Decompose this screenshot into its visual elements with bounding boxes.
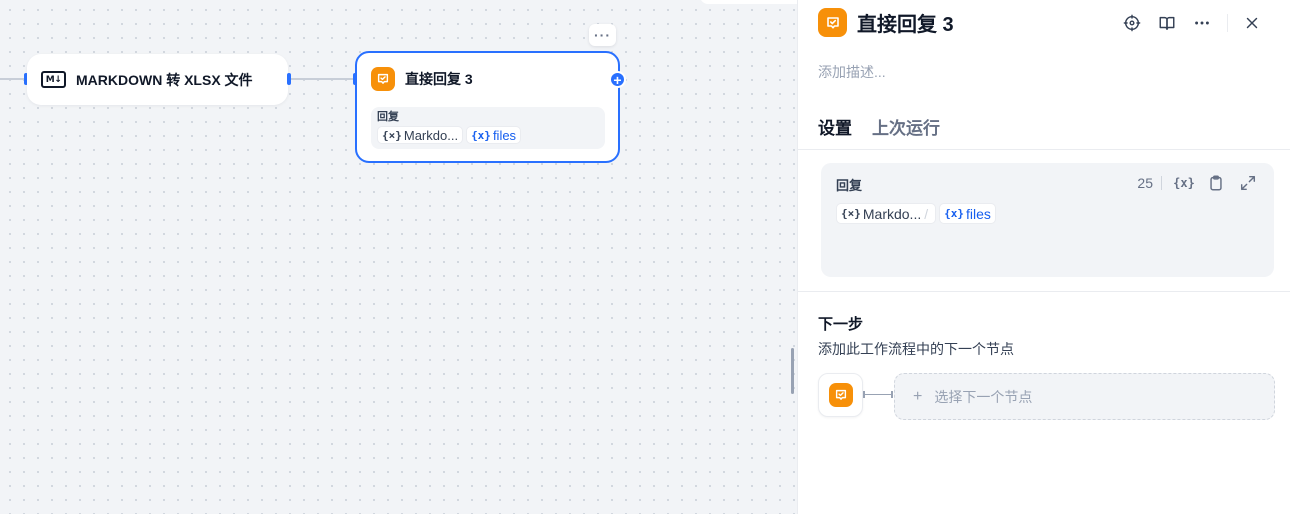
next-step-title: 下一步	[818, 316, 864, 333]
variable-icon: {×}	[382, 128, 402, 142]
preview-label: 回复	[377, 111, 399, 123]
close-icon[interactable]	[1240, 11, 1264, 35]
help-book-icon[interactable]	[1155, 11, 1179, 35]
panel-tabs: 设置 上次运行	[818, 114, 940, 149]
panel-resize-handle[interactable]	[791, 348, 794, 394]
select-next-node-button[interactable]: + 选择下一个节点	[894, 373, 1275, 420]
add-next-node-button[interactable]: +	[609, 71, 626, 88]
select-next-label: 选择下一个节点	[934, 388, 1033, 405]
insert-variable-icon[interactable]: {x}	[1173, 173, 1195, 193]
variable-chip-files: {x} files	[466, 126, 522, 144]
next-step-connector	[863, 391, 893, 398]
reply-bubble-icon	[818, 8, 847, 37]
plus-icon: +	[913, 387, 923, 405]
reply-bubble-icon	[828, 383, 853, 407]
canvas-top-node-stub	[700, 0, 797, 4]
direct-reply-node[interactable]: 直接回复 3 回复 {×} Markdo... {x} files	[355, 51, 620, 163]
panel-title[interactable]: 直接回复 3	[857, 8, 954, 37]
tabs-divider	[798, 149, 1290, 150]
toolbar-divider	[1227, 14, 1228, 32]
tab-settings[interactable]: 设置	[818, 114, 852, 149]
clipboard-icon[interactable]	[1206, 173, 1226, 193]
reply-bubble-icon	[371, 67, 395, 91]
chip-separator: /	[924, 205, 929, 222]
reply-editor[interactable]: 回复 25 {x} {×} Markdo... / {x} files	[821, 163, 1274, 277]
node-title: MARKDOWN 转 XLSX 文件	[76, 71, 253, 88]
variable-chip-markdown: {×} Markdo...	[377, 126, 464, 144]
markdown-to-xlsx-node[interactable]: M↓ MARKDOWN 转 XLSX 文件	[27, 54, 288, 105]
expand-icon[interactable]	[1238, 173, 1258, 193]
variable-icon: {x}	[944, 207, 964, 220]
character-count: 25	[1137, 175, 1153, 191]
current-node-thumbnail	[818, 373, 863, 417]
description-input[interactable]: 添加描述...	[818, 62, 886, 82]
reply-label: 回复	[836, 178, 863, 193]
chip-text: files	[492, 127, 517, 143]
edge-md-to-answer	[291, 78, 355, 80]
next-step-description: 添加此工作流程中的下一个节点	[818, 341, 1014, 357]
node-title: 直接回复 3	[405, 71, 473, 87]
node-answer-preview: 回复 {×} Markdo... {x} files	[371, 107, 605, 149]
variable-chip-files[interactable]: {x} files	[939, 203, 996, 224]
node-settings-panel: 直接回复 3 添加描述... 设置 上次运行 回复 25 {x} {×} Mar…	[797, 0, 1290, 514]
workflow-canvas[interactable]: M↓ MARKDOWN 转 XLSX 文件 ··· 直接回复 3 回复 {×} …	[0, 0, 797, 514]
tab-last-run[interactable]: 上次运行	[872, 114, 940, 149]
chip-text: Markdo...	[862, 205, 922, 222]
chip-text: files	[966, 205, 991, 222]
tools-divider	[1161, 176, 1162, 190]
run-node-icon[interactable]	[1120, 11, 1144, 35]
markdown-icon: M↓	[41, 71, 66, 88]
more-icon[interactable]	[1190, 11, 1214, 35]
variable-icon: {×}	[841, 207, 861, 220]
edge-in	[0, 78, 27, 80]
section-divider	[798, 291, 1290, 292]
node-more-button[interactable]: ···	[589, 24, 616, 46]
variable-icon: {x}	[471, 128, 491, 142]
chip-text: Markdo...	[403, 127, 459, 143]
variable-chip-markdown[interactable]: {×} Markdo... /	[836, 203, 937, 224]
